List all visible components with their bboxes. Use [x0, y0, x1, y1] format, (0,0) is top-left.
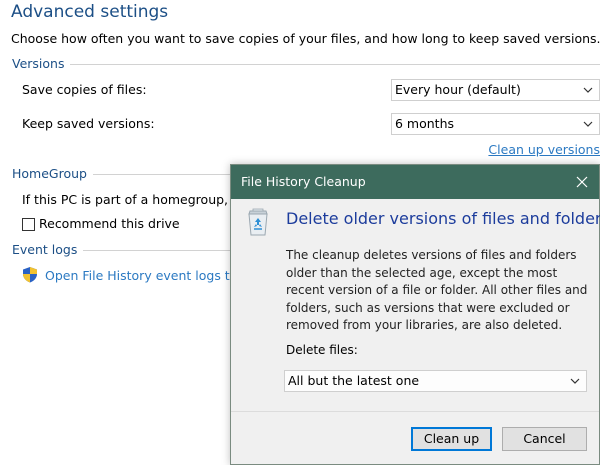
dialog-titlebar: File History Cleanup: [231, 165, 599, 199]
page-title: Advanced settings: [11, 2, 169, 22]
shield-icon: [23, 267, 37, 283]
file-history-cleanup-dialog: File History Cleanup Delete older versio…: [230, 164, 600, 465]
chevron-down-icon: [583, 87, 593, 93]
open-event-logs-link[interactable]: Open File History event logs to vie: [45, 268, 230, 283]
keep-versions-value: 6 months: [395, 116, 455, 131]
chevron-down-icon: [583, 121, 593, 127]
homegroup-text: If this PC is part of a homegroup, you: [22, 192, 230, 207]
close-icon: [576, 176, 588, 188]
versions-group-divider: [12, 64, 600, 65]
save-copies-select[interactable]: Every hour (default): [391, 79, 600, 101]
dialog-title: File History Cleanup: [241, 174, 366, 189]
keep-versions-label: Keep saved versions:: [22, 116, 155, 131]
recycle-bin-icon: [248, 208, 268, 236]
event-logs-group-label: Event logs: [12, 242, 84, 257]
homegroup-group-label: HomeGroup: [12, 166, 93, 181]
keep-versions-select[interactable]: 6 months: [391, 113, 600, 135]
cancel-button[interactable]: Cancel: [502, 427, 587, 451]
close-button[interactable]: [565, 165, 599, 199]
delete-files-label: Delete files:: [286, 343, 358, 357]
dialog-body-text: The cleanup deletes versions of files an…: [286, 248, 588, 332]
dialog-heading: Delete older versions of files and folde…: [286, 209, 600, 228]
recommend-drive-label[interactable]: Recommend this drive: [39, 216, 180, 231]
recommend-drive-checkbox[interactable]: [22, 218, 35, 231]
save-copies-label: Save copies of files:: [22, 82, 147, 97]
dialog-footer-divider: [231, 411, 599, 412]
save-copies-value: Every hour (default): [395, 82, 521, 97]
clean-up-button[interactable]: Clean up: [411, 427, 492, 451]
delete-files-value: All but the latest one: [288, 373, 420, 388]
clean-up-versions-link[interactable]: Clean up versions: [488, 142, 600, 157]
versions-group-label: Versions: [12, 56, 71, 71]
delete-files-select[interactable]: All but the latest one: [284, 370, 587, 392]
chevron-down-icon: [570, 378, 580, 384]
page-description: Choose how often you want to save copies…: [11, 31, 600, 46]
